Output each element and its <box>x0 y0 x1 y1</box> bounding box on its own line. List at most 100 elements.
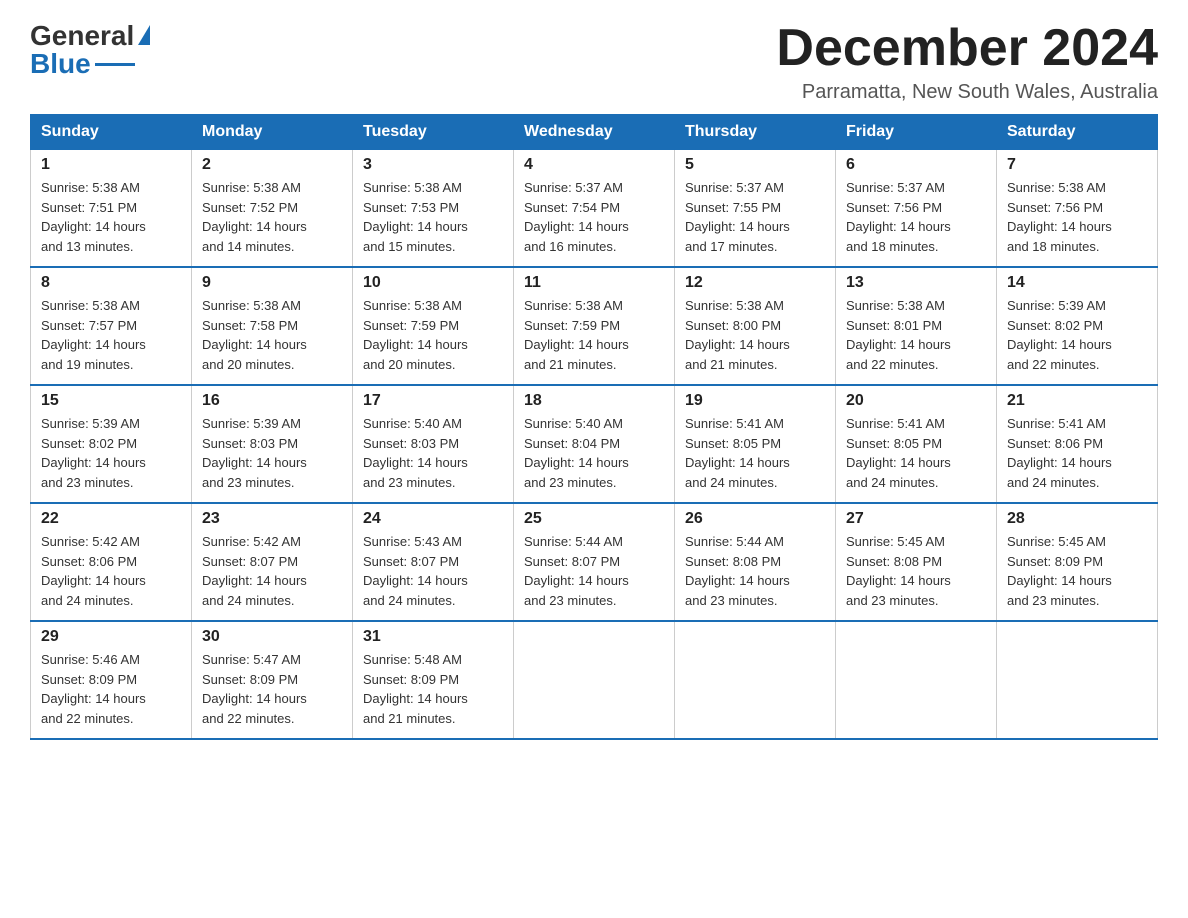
day-number: 21 <box>1007 392 1147 410</box>
day-header-sunday: Sunday <box>31 115 192 150</box>
day-number: 10 <box>363 274 503 292</box>
day-header-friday: Friday <box>836 115 997 150</box>
title-section: December 2024 Parramatta, New South Wale… <box>776 20 1158 104</box>
day-info: Sunrise: 5:37 AM Sunset: 7:56 PM Dayligh… <box>846 178 986 256</box>
day-info: Sunrise: 5:42 AM Sunset: 8:07 PM Dayligh… <box>202 532 342 610</box>
calendar-cell: 8 Sunrise: 5:38 AM Sunset: 7:57 PM Dayli… <box>31 267 192 385</box>
calendar-cell: 28 Sunrise: 5:45 AM Sunset: 8:09 PM Dayl… <box>997 503 1158 621</box>
calendar-cell: 31 Sunrise: 5:48 AM Sunset: 8:09 PM Dayl… <box>353 621 514 739</box>
logo-triangle-icon <box>138 25 150 45</box>
day-number: 22 <box>41 510 181 528</box>
logo: General Blue <box>30 20 150 80</box>
calendar-table: SundayMondayTuesdayWednesdayThursdayFrid… <box>30 114 1158 740</box>
day-info: Sunrise: 5:38 AM Sunset: 7:59 PM Dayligh… <box>524 296 664 374</box>
logo-blue-text: Blue <box>30 48 91 80</box>
day-info: Sunrise: 5:46 AM Sunset: 8:09 PM Dayligh… <box>41 650 181 728</box>
day-header-saturday: Saturday <box>997 115 1158 150</box>
calendar-cell: 1 Sunrise: 5:38 AM Sunset: 7:51 PM Dayli… <box>31 150 192 268</box>
day-number: 18 <box>524 392 664 410</box>
month-title: December 2024 <box>776 20 1158 77</box>
day-header-wednesday: Wednesday <box>514 115 675 150</box>
day-number: 20 <box>846 392 986 410</box>
calendar-cell: 30 Sunrise: 5:47 AM Sunset: 8:09 PM Dayl… <box>192 621 353 739</box>
day-info: Sunrise: 5:42 AM Sunset: 8:06 PM Dayligh… <box>41 532 181 610</box>
calendar-week-row: 15 Sunrise: 5:39 AM Sunset: 8:02 PM Dayl… <box>31 385 1158 503</box>
day-number: 12 <box>685 274 825 292</box>
day-number: 4 <box>524 156 664 174</box>
day-number: 30 <box>202 628 342 646</box>
calendar-cell: 9 Sunrise: 5:38 AM Sunset: 7:58 PM Dayli… <box>192 267 353 385</box>
day-number: 16 <box>202 392 342 410</box>
calendar-cell: 11 Sunrise: 5:38 AM Sunset: 7:59 PM Dayl… <box>514 267 675 385</box>
day-number: 3 <box>363 156 503 174</box>
day-info: Sunrise: 5:47 AM Sunset: 8:09 PM Dayligh… <box>202 650 342 728</box>
calendar-week-row: 1 Sunrise: 5:38 AM Sunset: 7:51 PM Dayli… <box>31 150 1158 268</box>
day-number: 29 <box>41 628 181 646</box>
calendar-cell: 10 Sunrise: 5:38 AM Sunset: 7:59 PM Dayl… <box>353 267 514 385</box>
calendar-cell: 5 Sunrise: 5:37 AM Sunset: 7:55 PM Dayli… <box>675 150 836 268</box>
calendar-cell: 4 Sunrise: 5:37 AM Sunset: 7:54 PM Dayli… <box>514 150 675 268</box>
day-info: Sunrise: 5:38 AM Sunset: 7:56 PM Dayligh… <box>1007 178 1147 256</box>
day-number: 8 <box>41 274 181 292</box>
day-info: Sunrise: 5:40 AM Sunset: 8:03 PM Dayligh… <box>363 414 503 492</box>
day-info: Sunrise: 5:38 AM Sunset: 7:51 PM Dayligh… <box>41 178 181 256</box>
day-header-thursday: Thursday <box>675 115 836 150</box>
day-number: 27 <box>846 510 986 528</box>
day-number: 17 <box>363 392 503 410</box>
day-number: 28 <box>1007 510 1147 528</box>
calendar-cell: 23 Sunrise: 5:42 AM Sunset: 8:07 PM Dayl… <box>192 503 353 621</box>
day-info: Sunrise: 5:45 AM Sunset: 8:09 PM Dayligh… <box>1007 532 1147 610</box>
calendar-cell: 14 Sunrise: 5:39 AM Sunset: 8:02 PM Dayl… <box>997 267 1158 385</box>
day-info: Sunrise: 5:44 AM Sunset: 8:08 PM Dayligh… <box>685 532 825 610</box>
day-info: Sunrise: 5:41 AM Sunset: 8:06 PM Dayligh… <box>1007 414 1147 492</box>
calendar-cell <box>514 621 675 739</box>
day-number: 25 <box>524 510 664 528</box>
location-subtitle: Parramatta, New South Wales, Australia <box>776 81 1158 104</box>
day-info: Sunrise: 5:39 AM Sunset: 8:03 PM Dayligh… <box>202 414 342 492</box>
calendar-cell: 21 Sunrise: 5:41 AM Sunset: 8:06 PM Dayl… <box>997 385 1158 503</box>
day-info: Sunrise: 5:38 AM Sunset: 7:57 PM Dayligh… <box>41 296 181 374</box>
day-number: 19 <box>685 392 825 410</box>
day-info: Sunrise: 5:39 AM Sunset: 8:02 PM Dayligh… <box>41 414 181 492</box>
calendar-cell: 18 Sunrise: 5:40 AM Sunset: 8:04 PM Dayl… <box>514 385 675 503</box>
calendar-cell: 27 Sunrise: 5:45 AM Sunset: 8:08 PM Dayl… <box>836 503 997 621</box>
calendar-cell: 16 Sunrise: 5:39 AM Sunset: 8:03 PM Dayl… <box>192 385 353 503</box>
calendar-cell: 12 Sunrise: 5:38 AM Sunset: 8:00 PM Dayl… <box>675 267 836 385</box>
calendar-cell: 3 Sunrise: 5:38 AM Sunset: 7:53 PM Dayli… <box>353 150 514 268</box>
calendar-cell: 25 Sunrise: 5:44 AM Sunset: 8:07 PM Dayl… <box>514 503 675 621</box>
day-number: 9 <box>202 274 342 292</box>
day-info: Sunrise: 5:41 AM Sunset: 8:05 PM Dayligh… <box>685 414 825 492</box>
day-info: Sunrise: 5:45 AM Sunset: 8:08 PM Dayligh… <box>846 532 986 610</box>
day-number: 23 <box>202 510 342 528</box>
day-header-monday: Monday <box>192 115 353 150</box>
calendar-cell: 6 Sunrise: 5:37 AM Sunset: 7:56 PM Dayli… <box>836 150 997 268</box>
day-info: Sunrise: 5:38 AM Sunset: 7:52 PM Dayligh… <box>202 178 342 256</box>
day-number: 6 <box>846 156 986 174</box>
day-info: Sunrise: 5:40 AM Sunset: 8:04 PM Dayligh… <box>524 414 664 492</box>
day-number: 2 <box>202 156 342 174</box>
calendar-cell: 22 Sunrise: 5:42 AM Sunset: 8:06 PM Dayl… <box>31 503 192 621</box>
calendar-week-row: 22 Sunrise: 5:42 AM Sunset: 8:06 PM Dayl… <box>31 503 1158 621</box>
day-number: 7 <box>1007 156 1147 174</box>
calendar-cell <box>675 621 836 739</box>
day-number: 26 <box>685 510 825 528</box>
calendar-header-row: SundayMondayTuesdayWednesdayThursdayFrid… <box>31 115 1158 150</box>
calendar-cell: 24 Sunrise: 5:43 AM Sunset: 8:07 PM Dayl… <box>353 503 514 621</box>
day-number: 31 <box>363 628 503 646</box>
day-number: 15 <box>41 392 181 410</box>
day-header-tuesday: Tuesday <box>353 115 514 150</box>
day-info: Sunrise: 5:38 AM Sunset: 8:00 PM Dayligh… <box>685 296 825 374</box>
day-info: Sunrise: 5:38 AM Sunset: 7:53 PM Dayligh… <box>363 178 503 256</box>
day-info: Sunrise: 5:41 AM Sunset: 8:05 PM Dayligh… <box>846 414 986 492</box>
calendar-cell: 7 Sunrise: 5:38 AM Sunset: 7:56 PM Dayli… <box>997 150 1158 268</box>
day-info: Sunrise: 5:38 AM Sunset: 7:59 PM Dayligh… <box>363 296 503 374</box>
day-number: 14 <box>1007 274 1147 292</box>
day-number: 13 <box>846 274 986 292</box>
calendar-cell: 13 Sunrise: 5:38 AM Sunset: 8:01 PM Dayl… <box>836 267 997 385</box>
page-header: General Blue December 2024 Parramatta, N… <box>30 20 1158 104</box>
calendar-week-row: 29 Sunrise: 5:46 AM Sunset: 8:09 PM Dayl… <box>31 621 1158 739</box>
day-info: Sunrise: 5:37 AM Sunset: 7:55 PM Dayligh… <box>685 178 825 256</box>
day-info: Sunrise: 5:44 AM Sunset: 8:07 PM Dayligh… <box>524 532 664 610</box>
calendar-cell: 19 Sunrise: 5:41 AM Sunset: 8:05 PM Dayl… <box>675 385 836 503</box>
day-info: Sunrise: 5:38 AM Sunset: 7:58 PM Dayligh… <box>202 296 342 374</box>
